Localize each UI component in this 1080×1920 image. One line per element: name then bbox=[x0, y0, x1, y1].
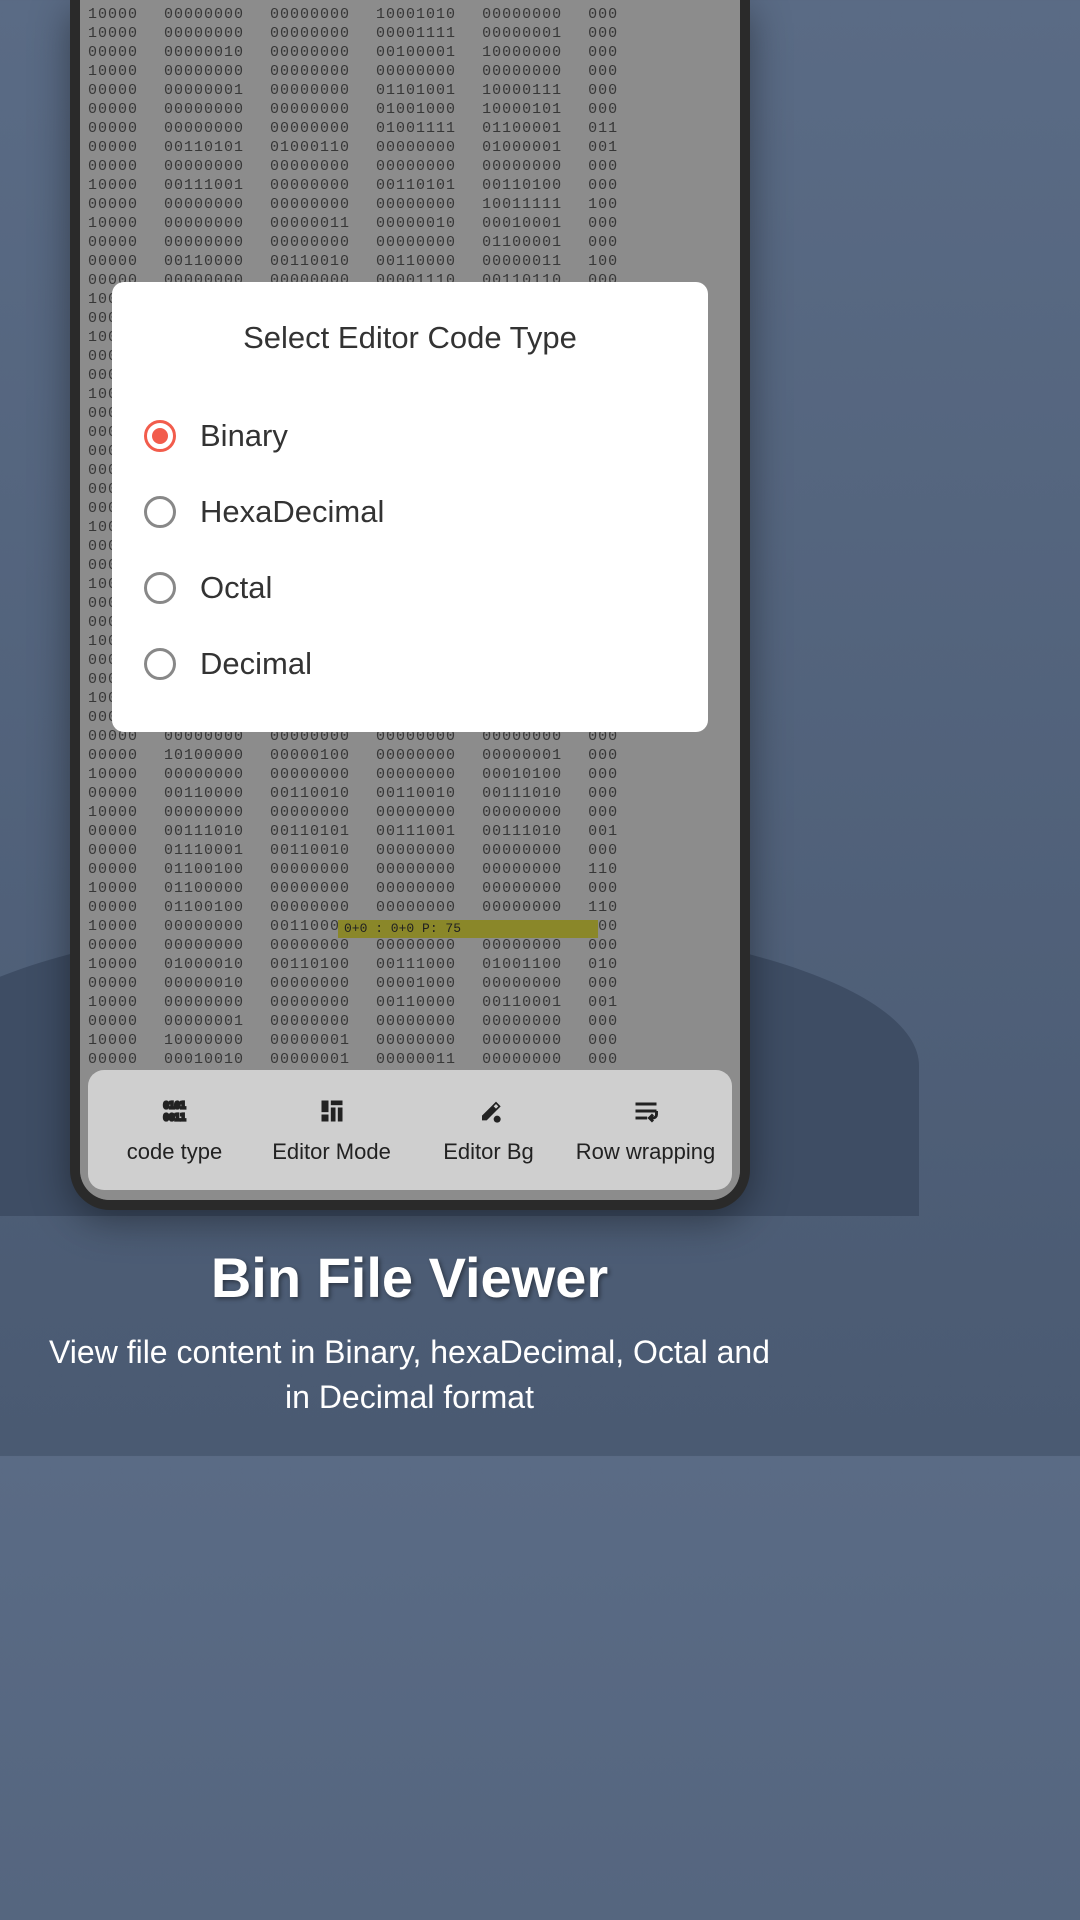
toolbar-label: Editor Mode bbox=[272, 1139, 391, 1165]
radio-circle-icon bbox=[144, 420, 176, 452]
radio-label: Binary bbox=[200, 418, 288, 454]
binary-icon: 0101 0011 bbox=[159, 1095, 191, 1127]
radio-circle-icon bbox=[144, 648, 176, 680]
radio-circle-icon bbox=[144, 496, 176, 528]
radio-option-octal[interactable]: Octal bbox=[142, 550, 678, 626]
toolbar-label: Editor Bg bbox=[443, 1139, 534, 1165]
paint-icon bbox=[473, 1095, 505, 1127]
code-type-dialog: Select Editor Code Type Binary HexaDecima… bbox=[112, 282, 708, 732]
radio-circle-icon bbox=[144, 572, 176, 604]
promo-subtitle: View file content in Binary, hexaDecimal… bbox=[40, 1330, 779, 1420]
toolbar-editor-mode[interactable]: Editor Mode bbox=[253, 1095, 410, 1165]
toolbar-label: code type bbox=[127, 1139, 222, 1165]
radio-label: HexaDecimal bbox=[200, 494, 384, 530]
phone-frame: 1000000000000000000001000101000000000000… bbox=[70, 0, 750, 1210]
toolbar-label: Row wrapping bbox=[576, 1139, 715, 1165]
promo-title: Bin File Viewer bbox=[0, 1245, 819, 1310]
radio-option-decimal[interactable]: Decimal bbox=[142, 626, 678, 702]
svg-text:0011: 0011 bbox=[163, 1112, 186, 1123]
grid-icon bbox=[316, 1095, 348, 1127]
toolbar-code-type[interactable]: 0101 0011 code type bbox=[96, 1095, 253, 1165]
bottom-toolbar: 0101 0011 code type Editor Mode bbox=[88, 1070, 732, 1190]
radio-option-hexadecimal[interactable]: HexaDecimal bbox=[142, 474, 678, 550]
radio-label: Decimal bbox=[200, 646, 312, 682]
svg-text:0101: 0101 bbox=[163, 1101, 186, 1112]
radio-option-binary[interactable]: Binary bbox=[142, 398, 678, 474]
radio-label: Octal bbox=[200, 570, 272, 606]
wrap-icon bbox=[630, 1095, 662, 1127]
toolbar-editor-bg[interactable]: Editor Bg bbox=[410, 1095, 567, 1165]
phone-screen: 1000000000000000000001000101000000000000… bbox=[80, 0, 740, 1200]
dialog-title: Select Editor Code Type bbox=[142, 320, 678, 356]
toolbar-row-wrapping[interactable]: Row wrapping bbox=[567, 1095, 724, 1165]
